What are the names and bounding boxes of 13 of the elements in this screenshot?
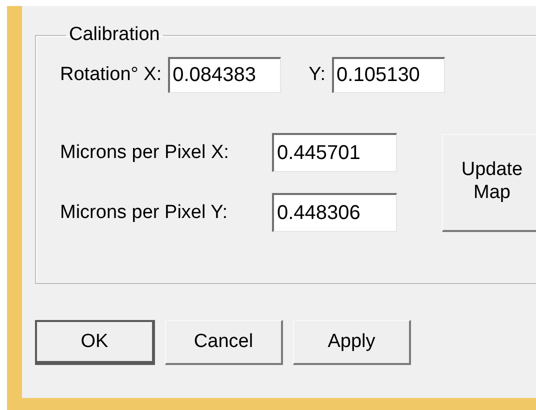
rotation-x-field[interactable]: 0.084383 [168,57,281,93]
microns-label: Microns per Pixel Y: [60,202,229,224]
group-title: Calibration [68,24,161,46]
rotation-y-label: Y: [308,64,326,86]
microns-label: Microns per Pixel X: [60,142,230,164]
dialog-button[interactable]: Apply [293,320,411,365]
dialog-button[interactable]: Cancel [165,320,283,365]
dialog-button[interactable]: OK [35,320,155,365]
microns-field[interactable]: 0.445701 [272,133,397,172]
rotation-x-label: Rotation° X: [60,64,162,86]
update-map-button[interactable]: Update Map [442,134,536,232]
microns-field[interactable]: 0.448306 [272,193,397,232]
rotation-y-field[interactable]: 0.105130 [332,57,445,93]
